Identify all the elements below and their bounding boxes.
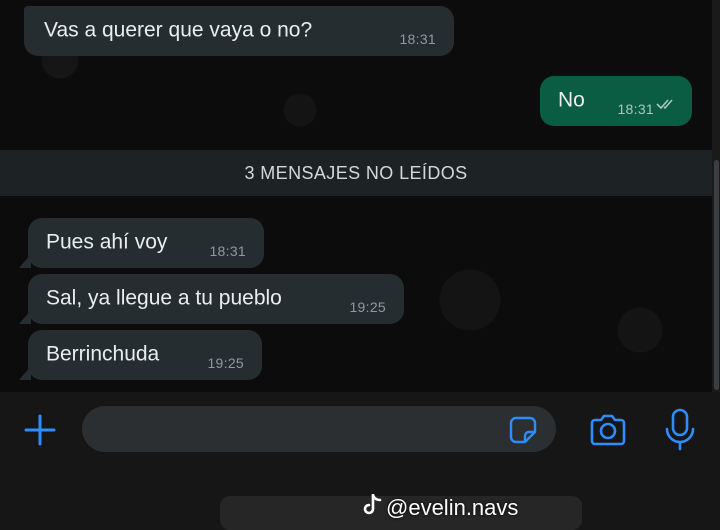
message-bubble-incoming[interactable]: Vas a querer que vaya o no? 18:31 (24, 6, 454, 56)
message-input[interactable] (82, 406, 556, 452)
tiktok-icon (362, 493, 382, 522)
message-time: 19:25 (207, 355, 244, 371)
plus-icon[interactable] (22, 412, 58, 448)
unread-messages-banner: 3 MENSAJES NO LEÍDOS (0, 150, 712, 196)
message-text: Sal, ya llegue a tu pueblo (46, 286, 282, 310)
message-time: 18:31 (399, 31, 436, 47)
message-text: No (558, 88, 585, 112)
watermark-handle: @evelin.navs (386, 495, 519, 520)
microphone-icon[interactable] (660, 406, 700, 454)
chat-history: Vas a querer que vaya o no? 18:31 No 18:… (0, 0, 720, 392)
message-bubble-outgoing[interactable]: No 18:31 (540, 76, 692, 126)
message-time: 18:31 (617, 101, 654, 117)
tiktok-watermark: @evelin.navs (362, 493, 519, 522)
message-time: 19:25 (349, 299, 386, 315)
scrollbar-thumb[interactable] (714, 160, 719, 390)
unread-banner-label: 3 MENSAJES NO LEÍDOS (244, 162, 468, 183)
camera-icon[interactable] (586, 410, 630, 450)
sticker-icon[interactable] (508, 415, 538, 450)
message-text: Pues ahí voy (46, 230, 168, 254)
message-time: 18:31 (209, 243, 246, 259)
message-bubble-incoming[interactable]: Berrinchuda 19:25 (19, 330, 262, 380)
message-text: Vas a querer que vaya o no? (44, 18, 313, 42)
message-text: Berrinchuda (46, 342, 160, 366)
message-text-field[interactable] (98, 414, 502, 446)
message-bubble-incoming[interactable]: Pues ahí voy 18:31 (19, 218, 264, 268)
double-check-icon (656, 92, 678, 116)
message-bubble-incoming[interactable]: Sal, ya llegue a tu pueblo 19:25 (19, 274, 404, 324)
scrollbar-track[interactable] (712, 0, 720, 392)
